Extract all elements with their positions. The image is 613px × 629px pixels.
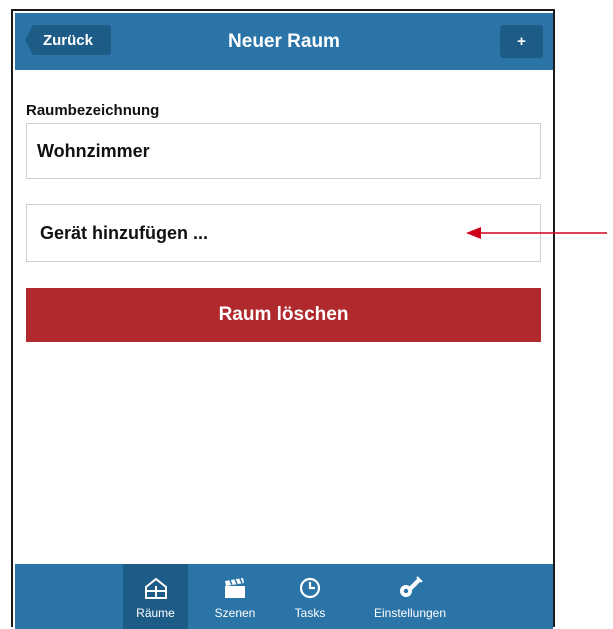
delete-room-button[interactable]: Raum löschen — [26, 288, 541, 342]
tab-label: Szenen — [214, 606, 256, 620]
tab-label: Tasks — [294, 606, 326, 620]
tab-tasks[interactable]: Tasks — [285, 564, 335, 629]
tab-label: Räume — [136, 606, 175, 620]
back-button[interactable]: Zurück — [25, 25, 111, 55]
tab-label: Einstellungen — [373, 606, 447, 620]
add-device-button[interactable]: Gerät hinzufügen ... — [26, 204, 541, 262]
wrench-gear-icon — [400, 576, 423, 597]
house-icon — [144, 577, 167, 599]
header-bar: Neuer Raum Zurück + — [15, 13, 553, 70]
room-name-input[interactable]: Wohnzimmer — [26, 123, 541, 179]
app-frame: Neuer Raum Zurück + Raumbezeichnung Wohn… — [11, 9, 555, 629]
add-button[interactable]: + — [500, 25, 543, 58]
tab-bar: Räume Szenen Tasks Einstellungen — [15, 564, 553, 629]
tab-raeume[interactable]: Räume — [123, 564, 188, 629]
tab-szenen[interactable]: Szenen — [205, 564, 265, 629]
clock-icon — [299, 577, 321, 599]
annotation-arrow — [466, 227, 607, 239]
tab-einstellungen[interactable]: Einstellungen — [365, 564, 455, 629]
clapperboard-icon — [225, 578, 245, 598]
room-name-label: Raumbezeichnung — [26, 102, 160, 119]
